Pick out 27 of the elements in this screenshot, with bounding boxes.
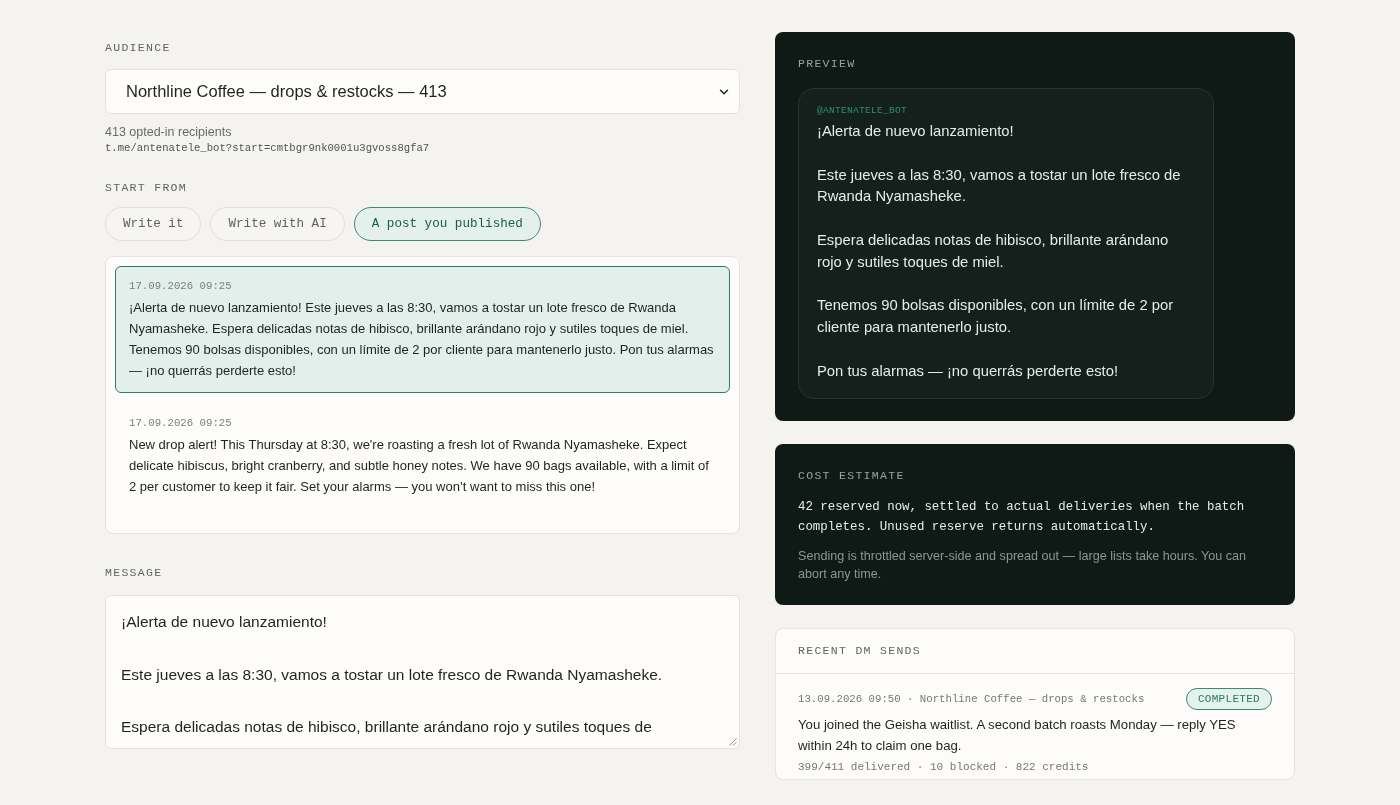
- message-field[interactable]: ¡Alerta de nuevo lanzamiento! Este jueves a las 8:30, vamos a tostar un lote fresco de Rwanda Nyamasheke. Espera delicadas notas de hibisco, brillante arándano rojo y sutiles toques de: [105, 595, 740, 749]
- source-option[interactable]: Write it: [105, 207, 202, 241]
- source-option[interactable]: A post you published: [353, 207, 541, 241]
- section-label: AUDIENCE: [105, 40, 171, 56]
- resize-handle-icon[interactable]: [729, 738, 737, 746]
- section-label: MESSAGE: [105, 565, 163, 581]
- cost-summary: 42 reserved now, settled to actual deliveries when the batch completes. Unused reserve returns automatically.: [798, 498, 1246, 536]
- send-stats: 399/411 delivered · 10 blocked · 822 credits: [798, 759, 1090, 775]
- status-badge: COMPLETED: [1185, 687, 1272, 710]
- audience-select[interactable]: Northline Coffee — drops & restocks — 413: [105, 69, 740, 114]
- sender-name: @ANTENATELE_BOT: [817, 104, 907, 117]
- post-date: 17.09.2026 09:25: [129, 416, 233, 431]
- recipients-count: 413 opted-in recipients: [105, 124, 232, 141]
- send-message: You joined the Geisha waitlist. A second batch roasts Monday — reply YES within 24h to claim one bag.: [798, 715, 1237, 755]
- post-text: New drop alert! This Thursday at 8:30, we're roasting a fresh lot of Rwanda Nyamasheke. Expect delicate hibiscus, bright cranberry, and subtle honey notes. We have 90 bags available, with a limit of 2 per customer to keep it fair. Set your alarms — you won’t want to miss this one!: [129, 436, 710, 496]
- section-label: START FROM: [105, 180, 187, 196]
- send-meta: 13.09.2026 09:50 · Northline Coffee — drops & restocks: [798, 692, 1145, 705]
- section-label: RECENT DM SENDS: [798, 642, 923, 659]
- post-text: ¡Alerta de nuevo lanzamiento! Este jueves a las 8:30, vamos a tostar un lote fresco de Rwanda Nyamasheke. Espera delicadas notas de hibisco, brillante arándano rojo y sutiles toques de miel. Tenemos 90 bolsas disponibles, con un límite de 2 por cliente para mantenerlo justo. Pon tus alarmas — ¡no querrás perderte esto!: [129, 299, 715, 380]
- source-option[interactable]: Write with AI: [210, 207, 345, 241]
- preview-message: ¡Alerta de nuevo lanzamiento! Este jueves a las 8:30, vamos a tostar un lote fresco de Rwanda Nyamasheke. Espera delicadas notas de hibisco, brillante arándano rojo y sutiles toques de miel. Tenemos 90 bolsas disponibles, con un límite de 2 por cliente para mantenerlo justo. Pon tus alarmas — ¡no querrás perderte esto!: [817, 122, 1182, 381]
- cost-note: Sending is throttled server-side and spread out — large lists take hours. You can abort any time.: [798, 547, 1248, 583]
- section-label: PREVIEW: [798, 56, 856, 72]
- post-item[interactable]: [115, 266, 730, 393]
- section-label: COST ESTIMATE: [798, 467, 905, 484]
- post-date: 17.09.2026 09:25: [129, 279, 233, 294]
- bot-link-text: t.me/antenatele_bot?start=cmtbgr9nk0001u3gvoss8gfa7: [105, 141, 430, 155]
